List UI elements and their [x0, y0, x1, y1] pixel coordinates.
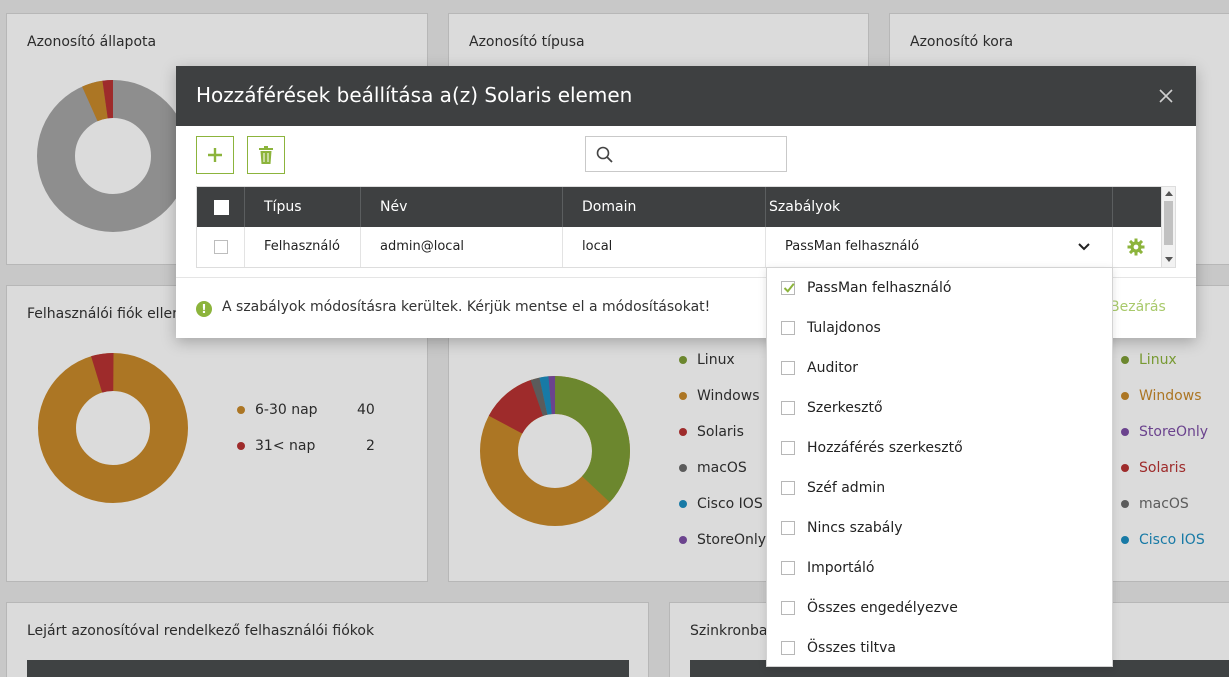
scrollbar-thumb[interactable]	[1164, 201, 1173, 245]
rules-select[interactable]: PassMan felhasználó	[766, 227, 1112, 267]
warning-icon: !	[196, 301, 212, 317]
row-domain: local	[563, 227, 766, 267]
trash-icon	[259, 146, 273, 164]
row-type: Felhasználó	[245, 227, 361, 267]
rule-option[interactable]: Auditor	[767, 348, 1112, 388]
rules-select-value: PassMan felhasználó	[785, 239, 920, 254]
rule-checkbox[interactable]	[781, 521, 795, 535]
rule-option[interactable]: Szerkesztő	[767, 388, 1112, 428]
rule-checkbox[interactable]	[781, 401, 795, 415]
rule-option[interactable]: Nincs szabály	[767, 508, 1112, 548]
close-button[interactable]: Bezárás	[1110, 299, 1166, 315]
rule-option-label: Szerkesztő	[807, 400, 883, 416]
rule-option[interactable]: PassMan felhasználó	[767, 268, 1112, 308]
rule-option[interactable]: Importáló	[767, 548, 1112, 588]
unsaved-changes-warning: A szabályok módosításra kerültek. Kérjük…	[222, 299, 711, 315]
column-header-type[interactable]: Típus	[245, 187, 361, 227]
rule-option-label: Nincs szabály	[807, 520, 903, 536]
modal-header: Hozzáférések beállítása a(z) Solaris ele…	[176, 66, 1196, 126]
rule-option[interactable]: Tulajdonos	[767, 308, 1112, 348]
search-field[interactable]	[585, 136, 787, 172]
rule-option[interactable]: Széf admin	[767, 468, 1112, 508]
column-header-domain[interactable]: Domain	[563, 187, 766, 227]
plus-icon	[208, 148, 222, 162]
rule-option-label: Összes tiltva	[807, 640, 896, 656]
permissions-table: Típus Név Domain Szabályok Felhasználó a…	[196, 186, 1176, 268]
row-name: admin@local	[361, 227, 563, 267]
close-icon[interactable]	[1156, 86, 1176, 106]
rule-checkbox[interactable]	[781, 601, 795, 615]
rule-option[interactable]: Összes tiltva	[767, 628, 1112, 668]
rule-checkbox[interactable]	[781, 561, 795, 575]
row-actions	[1113, 227, 1163, 267]
checkmark-icon	[783, 283, 795, 293]
rule-option-label: Importáló	[807, 560, 875, 576]
scroll-up-icon[interactable]	[1165, 190, 1173, 196]
select-all-checkbox[interactable]	[214, 199, 229, 215]
rule-option-label: Összes engedélyezve	[807, 600, 958, 616]
delete-button[interactable]	[247, 136, 285, 174]
rule-option-label: Széf admin	[807, 480, 886, 496]
modal-title: Hozzáférések beállítása a(z) Solaris ele…	[196, 83, 633, 107]
rule-option-label: Tulajdonos	[807, 320, 881, 336]
column-header-rules[interactable]: Szabályok	[766, 187, 1113, 227]
rule-option[interactable]: Hozzáférés szerkesztő	[767, 428, 1112, 468]
rule-option-label: PassMan felhasználó	[807, 280, 952, 296]
row-checkbox[interactable]	[214, 239, 228, 254]
rule-checkbox[interactable]	[781, 321, 795, 335]
rule-checkbox[interactable]	[781, 361, 795, 375]
search-input[interactable]	[620, 141, 780, 167]
add-button[interactable]	[196, 136, 234, 174]
rule-checkbox[interactable]	[781, 441, 795, 455]
rules-dropdown-menu: PassMan felhasználó Tulajdonos Auditor S…	[766, 267, 1113, 667]
table-scrollbar[interactable]	[1161, 187, 1175, 267]
rule-option-label: Auditor	[807, 360, 859, 376]
gear-icon[interactable]	[1127, 238, 1145, 256]
scroll-down-icon[interactable]	[1165, 257, 1173, 263]
header-select-all[interactable]	[197, 187, 245, 227]
chevron-down-icon	[1078, 243, 1090, 251]
column-header-name[interactable]: Név	[361, 187, 563, 227]
rule-checkbox[interactable]	[781, 641, 795, 655]
row-select-cell[interactable]	[197, 227, 245, 267]
rule-checkbox[interactable]	[781, 281, 795, 295]
rule-checkbox[interactable]	[781, 481, 795, 495]
rule-option[interactable]: Összes engedélyezve	[767, 588, 1112, 628]
rule-option-label: Hozzáférés szerkesztő	[807, 440, 963, 456]
table-header: Típus Név Domain Szabályok	[197, 187, 1163, 227]
column-header-actions	[1113, 187, 1163, 227]
row-rules-cell[interactable]: PassMan felhasználó	[766, 227, 1113, 267]
search-icon	[596, 146, 613, 163]
